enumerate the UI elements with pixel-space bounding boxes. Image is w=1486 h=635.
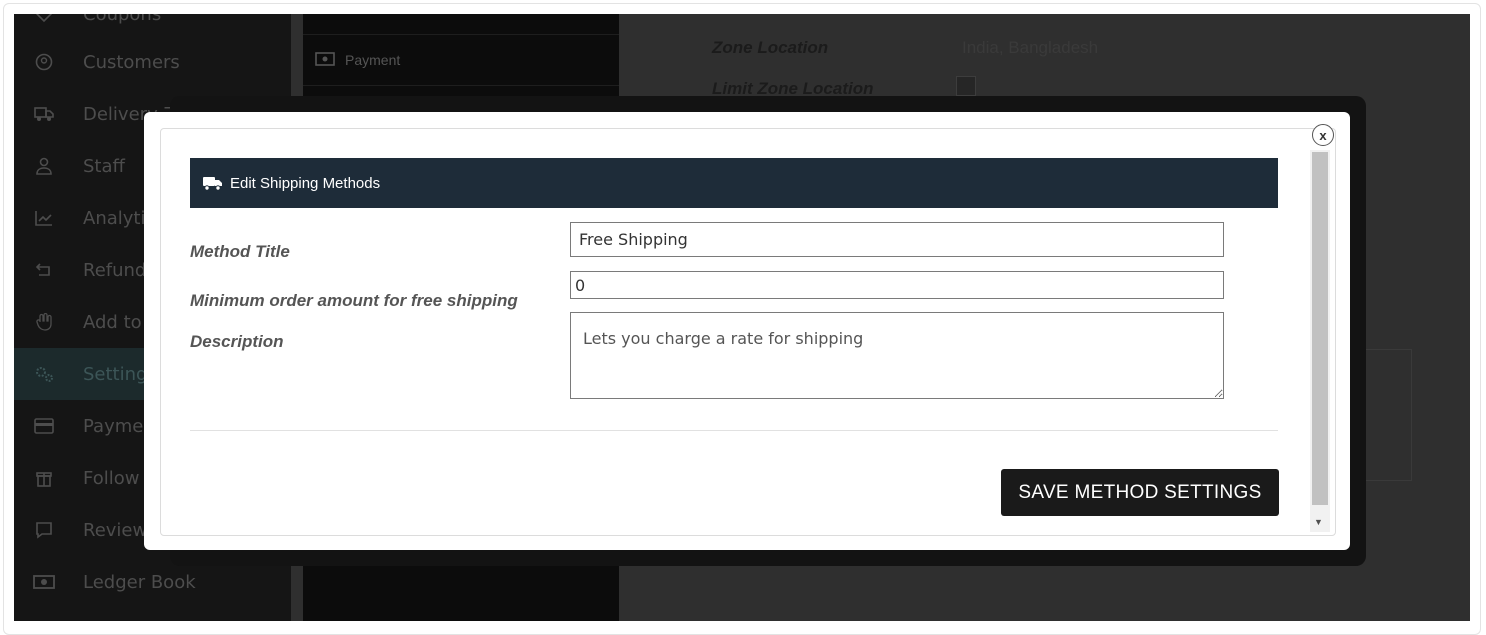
method-title-input[interactable] (570, 222, 1224, 257)
truck-icon (202, 175, 224, 191)
money-icon (33, 571, 55, 593)
method-title-label: Method Title (190, 242, 290, 261)
settings-nav-item[interactable] (303, 14, 619, 35)
description-label: Description (190, 332, 284, 351)
sidebar-item-customers[interactable]: Customers (14, 36, 291, 88)
refund-icon (33, 259, 55, 281)
comment-icon (33, 519, 55, 541)
settings-nav-item-payment[interactable]: Payment (303, 35, 619, 86)
app-background: Coupons Customers Delivery Zone Staff An… (14, 14, 1470, 621)
sidebar-item-label: Staff (83, 155, 125, 177)
scrollbar-thumb[interactable] (1312, 152, 1328, 505)
save-method-settings-button[interactable]: SAVE METHOD SETTINGS (1001, 469, 1279, 516)
sidebar-item-label: Follow (83, 467, 140, 489)
hand-icon (33, 311, 55, 333)
modal-scrollbar[interactable]: ▼ (1310, 150, 1330, 532)
tag-icon (33, 14, 55, 25)
zone-location-value: India, Bangladesh (962, 38, 1099, 57)
sidebar-item-label: Review (83, 519, 148, 541)
modal-header: Edit Shipping Methods (190, 158, 1278, 208)
gift-icon (33, 467, 55, 489)
modal-divider (190, 430, 1278, 431)
sidebar-item-label: Customers (83, 51, 180, 73)
min-order-amount-input[interactable] (570, 271, 1224, 299)
description-textarea[interactable]: Lets you charge a rate for shipping (570, 312, 1224, 399)
scroll-down-arrow-icon[interactable]: ▼ (1314, 517, 1323, 527)
credit-card-icon (33, 415, 55, 437)
truck-icon (33, 103, 55, 125)
close-icon: x (1319, 127, 1327, 143)
gears-icon (33, 363, 55, 385)
chart-line-icon (33, 207, 55, 229)
min-order-amount-label: Minimum order amount for free shipping (190, 291, 518, 310)
sidebar-item-label: Refund (83, 259, 147, 281)
user-circle-icon (33, 51, 55, 73)
limit-zone-checkbox[interactable] (956, 76, 976, 96)
zone-location-label: Zone Location (712, 38, 829, 57)
sidebar-item-label: Ledger Book (83, 571, 196, 593)
user-icon (33, 155, 55, 177)
edit-shipping-modal: x ▼ Edit Shipping Methods Method Title M… (144, 112, 1350, 550)
money-icon (315, 51, 335, 69)
sidebar-item-label: Add to (83, 311, 142, 333)
modal-title: Edit Shipping Methods (230, 174, 381, 192)
sidebar-item-label: Coupons (83, 14, 162, 25)
close-button[interactable]: x (1312, 124, 1334, 146)
settings-nav-label: Payment (345, 52, 401, 68)
